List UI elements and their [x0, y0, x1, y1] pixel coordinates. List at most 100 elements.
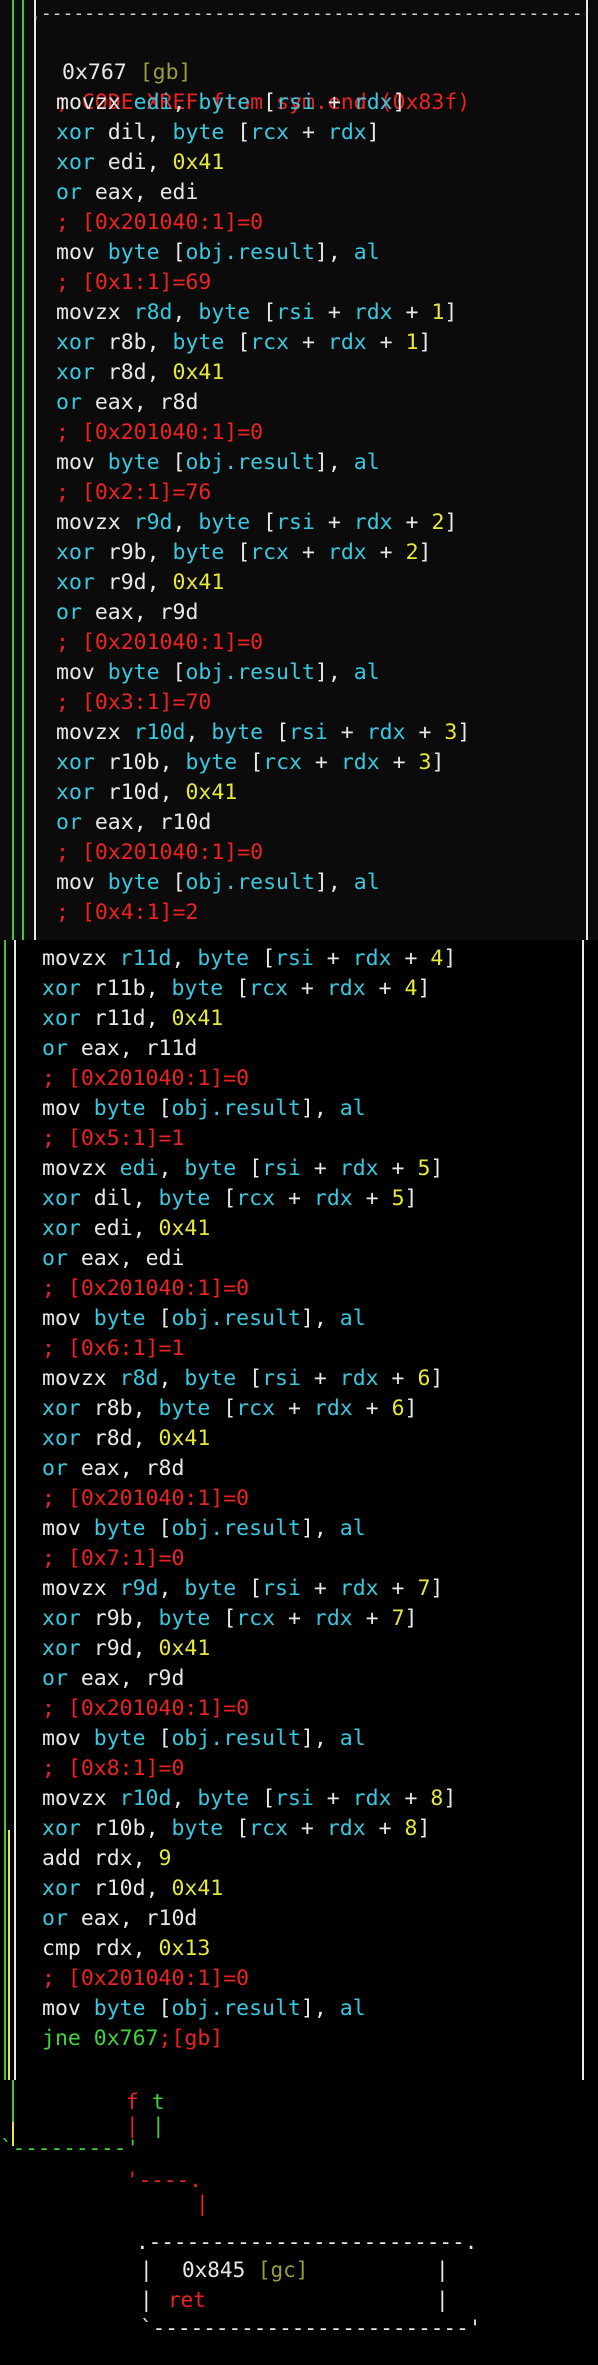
- instruction-row[interactable]: ; [0x201040:1]=0: [0, 838, 598, 868]
- instruction-row[interactable]: xor r8d, 0x41: [0, 1424, 598, 1454]
- instruction-row[interactable]: ; [0x8:1]=0: [0, 1754, 598, 1784]
- instruction-row[interactable]: or eax, r9d: [0, 598, 598, 628]
- instruction-row[interactable]: xor r9b, byte [rcx + rdx + 2]: [0, 538, 598, 568]
- instruction-token: mov: [42, 1516, 94, 1541]
- instruction-row[interactable]: ; [0x5:1]=1: [0, 1124, 598, 1154]
- instruction-row[interactable]: ; [0x201040:1]=0: [0, 1064, 598, 1094]
- instruction-row[interactable]: or eax, r11d: [0, 1034, 598, 1064]
- instruction-row[interactable]: ; [0x201040:1]=0: [0, 1694, 598, 1724]
- instruction-row[interactable]: xor r9b, byte [rcx + rdx + 7]: [0, 1604, 598, 1634]
- instruction-token: 0x41: [158, 1426, 211, 1451]
- instruction-token: movzx: [42, 946, 120, 971]
- instruction-token: byte: [211, 720, 264, 745]
- instruction-row[interactable]: mov byte [obj.result], al: [0, 1514, 598, 1544]
- instruction-row[interactable]: xor edi, 0x41: [0, 1214, 598, 1244]
- instruction-token: movzx: [42, 1576, 120, 1601]
- graph-block-top[interactable]: .---------------------------------------…: [0, 0, 598, 940]
- instruction-row[interactable]: or eax, edi: [0, 1244, 598, 1274]
- instruction-row[interactable]: mov byte [obj.result], al: [0, 448, 598, 478]
- instruction-row[interactable]: ; [0x7:1]=0: [0, 1544, 598, 1574]
- instruction-row[interactable]: ; [0x201040:1]=0: [0, 1484, 598, 1514]
- instruction-token: obj.result: [185, 870, 315, 895]
- instruction-row[interactable]: or eax, r10d: [0, 1904, 598, 1934]
- instruction-row[interactable]: movzx edi, byte [rsi + rdx]: [0, 88, 598, 118]
- instruction-row[interactable]: ; [0x201040:1]=0: [0, 1274, 598, 1304]
- instruction-token: ]: [430, 1156, 444, 1181]
- exit-ret-instruction[interactable]: ret: [168, 2288, 206, 2312]
- instruction-row[interactable]: jne 0x767;[gb]: [0, 2024, 598, 2054]
- instruction-row[interactable]: xor r10d, 0x41: [0, 1874, 598, 1904]
- instruction-row[interactable]: xor r9d, 0x41: [0, 1634, 598, 1664]
- instruction-row[interactable]: or eax, r8d: [0, 1454, 598, 1484]
- instruction-row[interactable]: mov byte [obj.result], al: [0, 238, 598, 268]
- instruction-row[interactable]: xor dil, byte [rcx + rdx]: [0, 118, 598, 148]
- instruction-token: al: [339, 1306, 366, 1331]
- instruction-row[interactable]: ; [0x3:1]=70: [0, 688, 598, 718]
- instruction-row[interactable]: add rdx, 9: [0, 1844, 598, 1874]
- instruction-token: [: [263, 720, 290, 745]
- instruction-row[interactable]: or eax, r8d: [0, 388, 598, 418]
- instruction-row[interactable]: mov byte [obj.result], al: [0, 658, 598, 688]
- instruction-list-b: movzx r11d, byte [rsi + rdx + 4] xor r11b…: [0, 944, 598, 2054]
- instruction-token: byte: [158, 1396, 211, 1421]
- instruction-row[interactable]: ; [0x201040:1]=0: [0, 208, 598, 238]
- instruction-token: xor: [56, 750, 108, 775]
- instruction-token: byte: [93, 1096, 146, 1121]
- instruction-token: or: [42, 1666, 81, 1691]
- instruction-row[interactable]: ; [0x6:1]=1: [0, 1334, 598, 1364]
- instruction-row[interactable]: ; [0x4:1]=2: [0, 898, 598, 928]
- instruction-row[interactable]: or eax, r9d: [0, 1664, 598, 1694]
- instruction-row[interactable]: movzx r11d, byte [rsi + rdx + 4]: [0, 944, 598, 974]
- instruction-row[interactable]: xor r9d, 0x41: [0, 568, 598, 598]
- instruction-row[interactable]: ; [0x201040:1]=0: [0, 1964, 598, 1994]
- instruction-row[interactable]: or eax, r10d: [0, 808, 598, 838]
- instruction-row[interactable]: xor r10d, 0x41: [0, 778, 598, 808]
- instruction-token: eax: [80, 1246, 120, 1271]
- instruction-row[interactable]: movzx r10d, byte [rsi + rdx + 8]: [0, 1784, 598, 1814]
- instruction-row[interactable]: movzx edi, byte [rsi + rdx + 5]: [0, 1154, 598, 1184]
- instruction-token: r9b: [107, 540, 147, 565]
- instruction-row[interactable]: movzx r10d, byte [rsi + rdx + 3]: [0, 718, 598, 748]
- instruction-row[interactable]: mov byte [obj.result], al: [0, 1304, 598, 1334]
- graph-block-continuation[interactable]: movzx r11d, byte [rsi + rdx + 4] xor r11b…: [0, 940, 598, 2080]
- instruction-row[interactable]: xor dil, byte [rcx + rdx + 5]: [0, 1184, 598, 1214]
- instruction-row[interactable]: mov byte [obj.result], al: [0, 868, 598, 898]
- instruction-row[interactable]: movzx r8d, byte [rsi + rdx + 6]: [0, 1364, 598, 1394]
- instruction-row[interactable]: movzx r9d, byte [rsi + rdx + 7]: [0, 1574, 598, 1604]
- instruction-row[interactable]: or eax, edi: [0, 178, 598, 208]
- instruction-token: xor: [42, 1876, 94, 1901]
- instruction-row[interactable]: mov byte [obj.result], al: [0, 1724, 598, 1754]
- instruction-row[interactable]: xor r8b, byte [rcx + rdx + 1]: [0, 328, 598, 358]
- instruction-token: mov: [56, 870, 108, 895]
- instruction-row[interactable]: ; [0x1:1]=69: [0, 268, 598, 298]
- exit-block-header[interactable]: 0x845 [gc]: [182, 2258, 308, 2282]
- instruction-token: ],: [300, 1096, 340, 1121]
- instruction-token: al: [353, 450, 380, 475]
- instruction-token: r8b: [107, 330, 147, 355]
- instruction-row[interactable]: xor r10b, byte [rcx + rdx + 3]: [0, 748, 598, 778]
- instruction-row[interactable]: xor r11d, 0x41: [0, 1004, 598, 1034]
- instruction-row[interactable]: movzx r8d, byte [rsi + rdx + 1]: [0, 298, 598, 328]
- instruction-row[interactable]: xor r8d, 0x41: [0, 358, 598, 388]
- instruction-token: r10d: [133, 720, 186, 745]
- instruction-row[interactable]: movzx r9d, byte [rsi + rdx + 2]: [0, 508, 598, 538]
- instruction-token: ]: [417, 976, 431, 1001]
- instruction-token: ]: [430, 1576, 444, 1601]
- instruction-row[interactable]: ; [0x2:1]=76: [0, 478, 598, 508]
- instruction-token: +: [378, 1366, 418, 1391]
- instruction-token: [: [236, 1366, 263, 1391]
- instruction-token: ]: [444, 300, 458, 325]
- instruction-row[interactable]: xor r10b, byte [rcx + rdx + 8]: [0, 1814, 598, 1844]
- exit-block-address[interactable]: 0x845: [182, 2258, 245, 2282]
- instruction-row[interactable]: ; [0x201040:1]=0: [0, 628, 598, 658]
- instruction-row[interactable]: xor edi, 0x41: [0, 148, 598, 178]
- instruction-token: rcx: [263, 750, 302, 775]
- instruction-token: +: [392, 300, 432, 325]
- instruction-row[interactable]: cmp rdx, 0x13: [0, 1934, 598, 1964]
- instruction-token: rdx: [327, 120, 367, 145]
- instruction-row[interactable]: xor r8b, byte [rcx + rdx + 6]: [0, 1394, 598, 1424]
- instruction-row[interactable]: xor r11b, byte [rcx + rdx + 4]: [0, 974, 598, 1004]
- instruction-row[interactable]: ; [0x201040:1]=0: [0, 418, 598, 448]
- instruction-row[interactable]: mov byte [obj.result], al: [0, 1094, 598, 1124]
- instruction-row[interactable]: mov byte [obj.result], al: [0, 1994, 598, 2024]
